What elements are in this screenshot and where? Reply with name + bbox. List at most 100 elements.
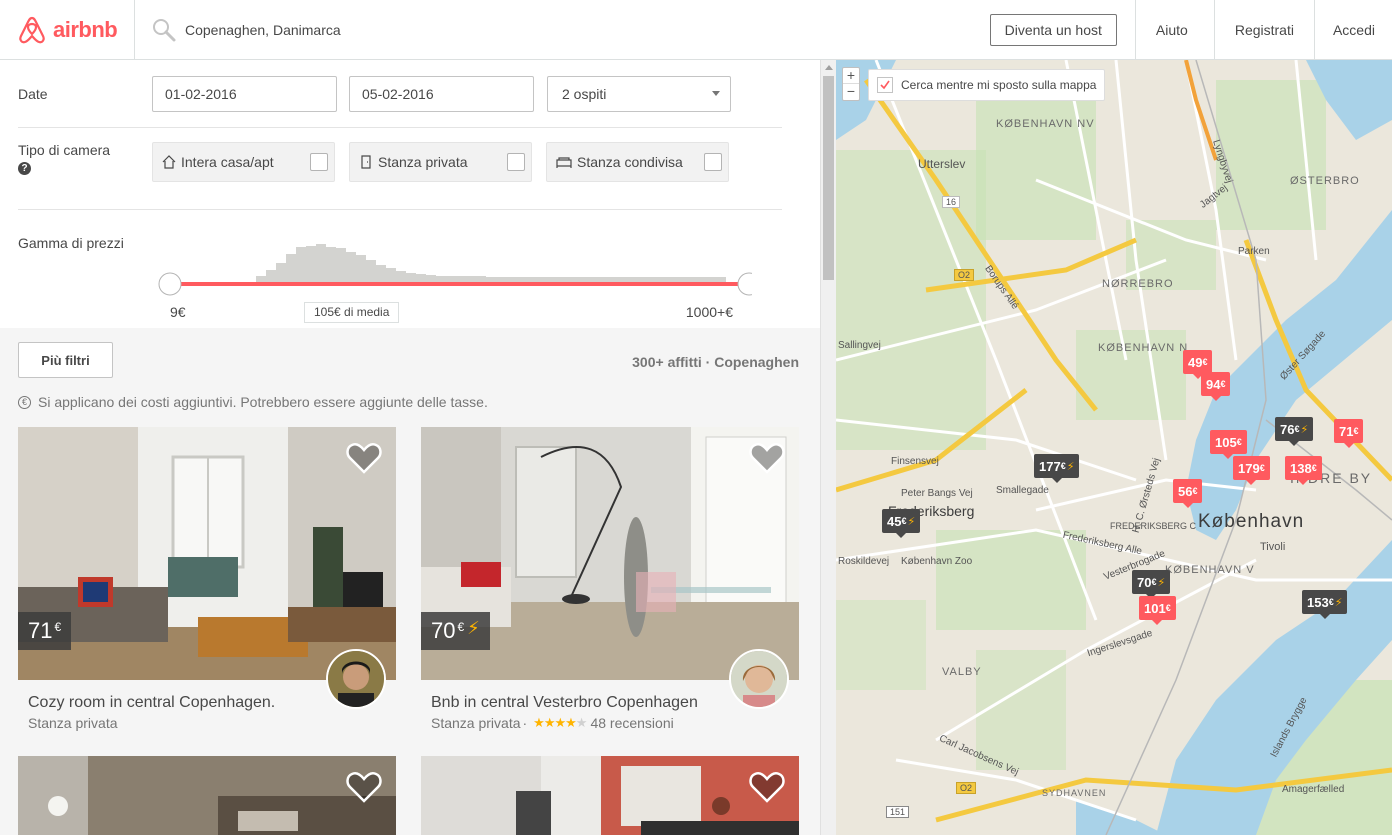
map-price-marker[interactable]: 94 € bbox=[1201, 372, 1231, 401]
heart-icon[interactable] bbox=[346, 770, 382, 804]
private-room-checkbox[interactable] bbox=[507, 153, 525, 171]
map-price-marker[interactable]: 45 € ⚡ bbox=[882, 509, 921, 538]
heart-icon[interactable] bbox=[749, 770, 785, 804]
search-bar[interactable]: Copenaghen, Danimarca bbox=[135, 0, 990, 60]
host-avatar-photo bbox=[731, 651, 787, 707]
airbnb-logo[interactable]: airbnb bbox=[0, 0, 135, 60]
marker-price: 177 bbox=[1039, 458, 1061, 474]
host-avatar-photo bbox=[328, 651, 384, 707]
room-type-shared-room[interactable]: Stanza condivisa bbox=[546, 142, 729, 182]
room-type-label: Tipo di camera bbox=[18, 142, 111, 158]
listing-card[interactable]: 71 € Cozy room in central Copenhagen. Sta… bbox=[18, 427, 396, 731]
road-sign-o2: O2 bbox=[954, 269, 975, 281]
host-avatar[interactable] bbox=[326, 649, 386, 709]
nav-signup-link[interactable]: Registrati bbox=[1213, 0, 1314, 60]
map-view[interactable]: + − Cerca mentre mi sposto sulla mappa K… bbox=[836, 60, 1392, 835]
nav-help-link[interactable]: Aiuto bbox=[1134, 0, 1214, 60]
review-count[interactable]: 48 recensioni bbox=[590, 715, 673, 731]
zoom-in-button[interactable]: + bbox=[843, 68, 859, 84]
listing-subtitle: Stanza privata bbox=[18, 715, 396, 731]
map-label-tivoli: Tivoli bbox=[1260, 541, 1286, 553]
price-min-label: 9€ bbox=[170, 304, 186, 320]
heart-icon[interactable] bbox=[749, 441, 785, 475]
marker-currency: € bbox=[1311, 463, 1317, 473]
map-label-frederiksberg-c: FREDERIKSBERG C bbox=[1110, 521, 1197, 531]
marker-currency: € bbox=[1151, 577, 1157, 587]
listing-photo[interactable]: 70 € ⚡ bbox=[421, 427, 799, 680]
price-histogram bbox=[158, 244, 752, 296]
instant-book-icon: ⚡ bbox=[1157, 576, 1166, 589]
road-sign-o2: O2 bbox=[956, 782, 977, 794]
price-min-handle[interactable] bbox=[158, 272, 182, 296]
airbnb-logo-icon bbox=[19, 16, 45, 43]
search-as-move-checkbox[interactable] bbox=[877, 77, 893, 93]
results-panel: Date 01-02-2016 05-02-2016 2 ospiti Tipo… bbox=[0, 60, 820, 835]
marker-price: 105 bbox=[1215, 434, 1237, 450]
currency-symbol: € bbox=[457, 620, 465, 634]
fees-note: € Si applicano dei costi aggiuntivi. Pot… bbox=[18, 394, 488, 410]
scroll-thumb[interactable] bbox=[823, 76, 834, 280]
map-label-utterslev: Utterslev bbox=[918, 157, 966, 171]
map-price-marker[interactable]: 105 € bbox=[1210, 430, 1247, 459]
marker-price: 70 bbox=[1137, 574, 1152, 590]
listing-room-type: Stanza privata bbox=[431, 715, 521, 731]
logo-text: airbnb bbox=[53, 16, 118, 42]
map-price-marker[interactable]: 49 € bbox=[1183, 350, 1213, 379]
map-price-marker[interactable]: 138 € bbox=[1285, 456, 1322, 485]
listing-photo[interactable] bbox=[18, 756, 396, 835]
room-type-private-room[interactable]: Stanza privata bbox=[349, 142, 532, 182]
scroll-up-arrow-icon[interactable] bbox=[825, 65, 833, 70]
map-price-marker[interactable]: 177 € ⚡ bbox=[1034, 454, 1080, 483]
guests-select[interactable]: 2 ospiti bbox=[547, 75, 731, 112]
marker-price: 153 bbox=[1307, 594, 1329, 610]
search-as-move-toggle[interactable]: Cerca mentre mi sposto sulla mappa bbox=[868, 69, 1106, 101]
marker-price: 76 bbox=[1280, 421, 1295, 437]
price-average-badge: 105€ di media bbox=[304, 302, 400, 323]
become-host-button[interactable]: Diventa un host bbox=[989, 13, 1117, 46]
map-price-marker[interactable]: 71 € bbox=[1334, 419, 1364, 448]
listing-card[interactable] bbox=[18, 756, 396, 835]
map-label-valby: VALBY bbox=[942, 666, 982, 678]
map-label-osterbro: ØSTERBRO bbox=[1290, 175, 1360, 187]
listing-price-tag: 70 € ⚡ bbox=[421, 612, 490, 650]
star-rating-icons: ★★★★★ bbox=[533, 715, 587, 730]
room-photo bbox=[421, 756, 799, 835]
zoom-out-button[interactable]: − bbox=[843, 84, 859, 100]
checkin-input[interactable]: 01-02-2016 bbox=[152, 75, 337, 112]
entire-home-checkbox[interactable] bbox=[310, 153, 328, 171]
price-range-label: Gamma di prezzi bbox=[18, 235, 124, 251]
living-room-photo bbox=[18, 427, 396, 680]
marker-price: 56 bbox=[1178, 483, 1193, 499]
host-avatar[interactable] bbox=[729, 649, 789, 709]
results-scrollbar[interactable] bbox=[820, 60, 836, 835]
listing-card[interactable]: 70 € ⚡ Bnb in central Vesterbro Copenhage… bbox=[421, 427, 799, 731]
map-price-marker[interactable]: 56 € bbox=[1173, 479, 1203, 508]
marker-currency: € bbox=[1236, 437, 1242, 447]
map-zoom-control[interactable]: + − bbox=[842, 67, 860, 101]
checkout-input[interactable]: 05-02-2016 bbox=[349, 75, 534, 112]
room-type-label-group: Tipo di camera ? bbox=[18, 142, 152, 209]
currency-symbol: € bbox=[54, 620, 62, 634]
map-price-marker[interactable]: 153 € ⚡ bbox=[1302, 590, 1348, 619]
shared-room-checkbox[interactable] bbox=[704, 153, 722, 171]
star-filled-icon: ★ bbox=[533, 715, 545, 730]
map-price-marker[interactable]: 179 € bbox=[1233, 456, 1270, 485]
listing-results: Più filtri 300+ affitti · Copenaghen € S… bbox=[0, 328, 820, 835]
listing-photo[interactable] bbox=[421, 756, 799, 835]
search-input[interactable]: Copenaghen, Danimarca bbox=[185, 22, 341, 38]
heart-icon[interactable] bbox=[346, 441, 382, 475]
listing-photo[interactable]: 71 € bbox=[18, 427, 396, 680]
map-price-marker[interactable]: 101 € bbox=[1139, 596, 1176, 625]
map-price-marker[interactable]: 70 € ⚡ bbox=[1132, 570, 1171, 599]
map-price-marker[interactable]: 76 € ⚡ bbox=[1275, 417, 1314, 446]
listing-card[interactable] bbox=[421, 756, 799, 835]
filters-panel: Date 01-02-2016 05-02-2016 2 ospiti Tipo… bbox=[0, 60, 820, 328]
room-type-entire-home[interactable]: Intera casa/apt bbox=[152, 142, 335, 182]
price-max-handle[interactable] bbox=[737, 272, 752, 296]
guests-value: 2 ospiti bbox=[562, 85, 607, 102]
road-sign-16: 16 bbox=[942, 196, 961, 208]
nav-login-link[interactable]: Accedi bbox=[1313, 0, 1392, 60]
marker-currency: € bbox=[1202, 357, 1208, 367]
more-filters-button[interactable]: Più filtri bbox=[18, 342, 113, 378]
help-icon[interactable]: ? bbox=[18, 162, 31, 175]
